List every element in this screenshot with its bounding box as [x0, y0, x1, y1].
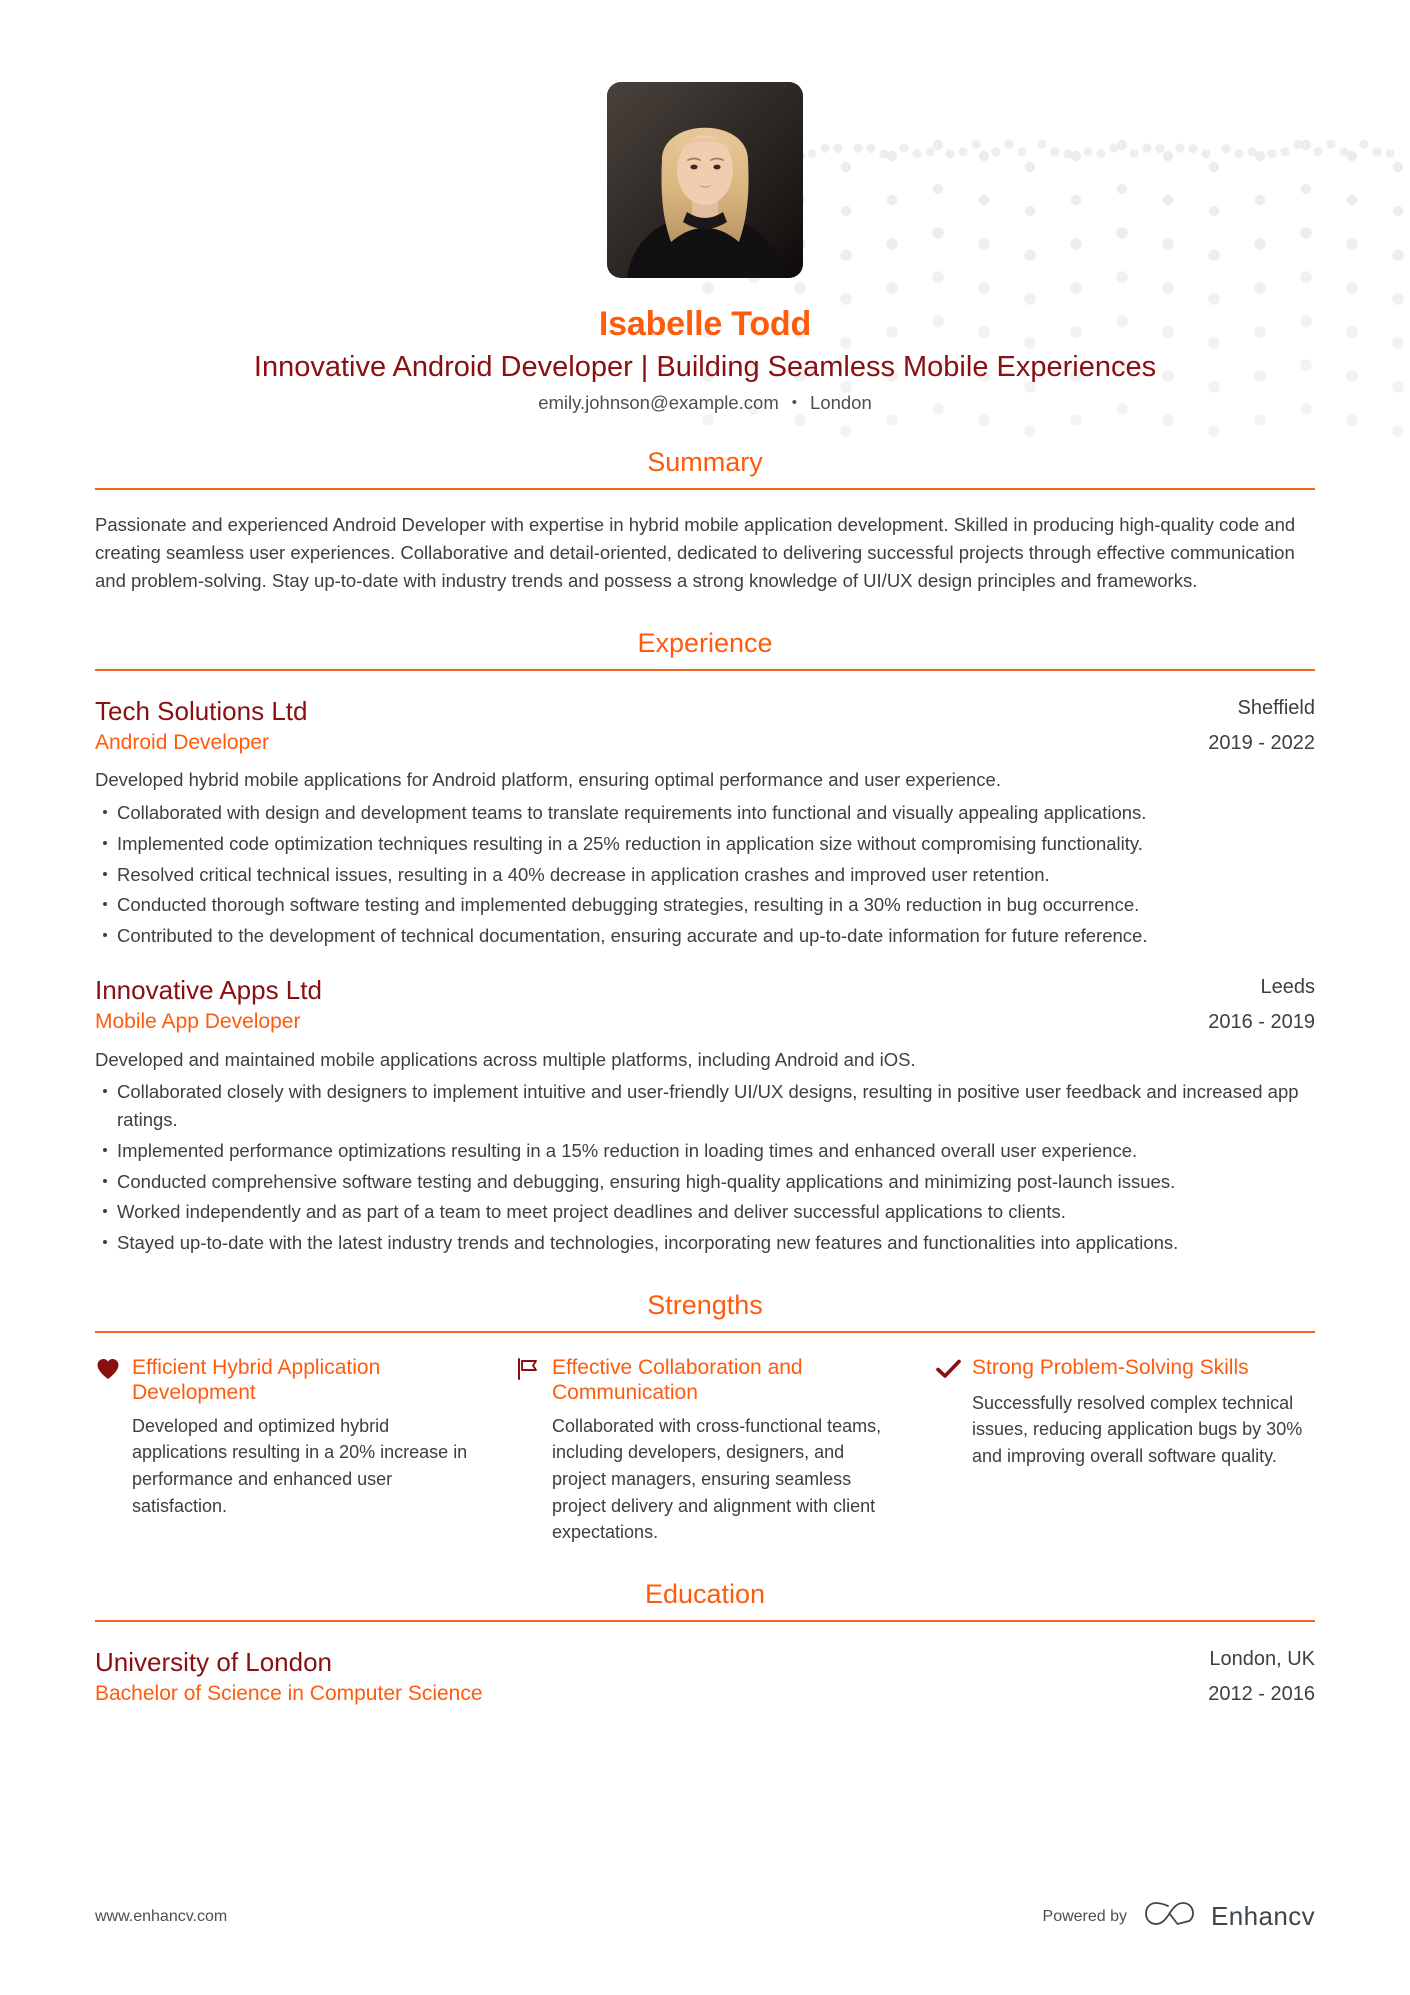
strength-item: Strong Problem-Solving Skills Successful… [935, 1355, 1315, 1546]
section-title-strengths: Strengths [647, 1289, 763, 1320]
section-title-experience: Experience [637, 627, 773, 658]
section-divider [95, 1330, 1315, 1333]
resume-header: Isabelle Todd Innovative Android Develop… [95, 0, 1315, 414]
contact-line: emily.johnson@example.com • London [95, 392, 1315, 414]
school-location: London, UK [1209, 1647, 1315, 1670]
page-footer: www.enhancv.com Powered by Enhancv [95, 1900, 1315, 1933]
heart-icon [95, 1355, 121, 1383]
job-dates: 2019 - 2022 [1208, 731, 1315, 754]
enhancv-wordmark: Enhancv [1211, 1901, 1315, 1931]
entry-right: Leeds 2016 - 2019 [1184, 974, 1315, 1035]
list-item: Contributed to the development of techni… [95, 922, 1315, 950]
footer-branding: Powered by Enhancv [1043, 1900, 1315, 1933]
strengths-grid: Efficient Hybrid Application Development… [95, 1355, 1315, 1546]
list-item: Implemented code optimization techniques… [95, 830, 1315, 858]
education-entry: University of London Bachelor of Science… [95, 1646, 1315, 1708]
location-text: London [810, 391, 872, 413]
job-title: Android Developer [95, 731, 269, 755]
experience-entry: Tech Solutions Ltd Android Developer She… [95, 695, 1315, 950]
company-name: Innovative Apps Ltd [95, 974, 322, 1005]
job-description: Developed and maintained mobile applicat… [95, 1048, 916, 1070]
job-location: Leeds [1260, 975, 1316, 998]
job-dates: 2016 - 2019 [1208, 1010, 1315, 1033]
strength-item: Efficient Hybrid Application Development… [95, 1355, 475, 1546]
strength-header: Efficient Hybrid Application Development [95, 1355, 475, 1406]
strength-title: Effective Collaboration and Communicatio… [552, 1355, 803, 1405]
resume-page: Isabelle Todd Innovative Android Develop… [0, 0, 1410, 1995]
entry-left: University of London Bachelor of Science… [95, 1646, 1184, 1708]
enhancv-logo-icon [1143, 1900, 1201, 1933]
section-experience: Experience Tech Solutions Ltd Android De… [95, 627, 1315, 1257]
entry-left: Tech Solutions Ltd Android Developer [95, 695, 1184, 757]
page-title: Isabelle Todd [598, 305, 812, 343]
section-title-education: Education [644, 1578, 766, 1609]
entry-header: Innovative Apps Ltd Mobile App Developer… [95, 974, 1315, 1036]
email-text[interactable]: emily.johnson@example.com [538, 392, 779, 414]
entry-left: Innovative Apps Ltd Mobile App Developer [95, 974, 1184, 1036]
list-item: Stayed up-to-date with the latest indust… [95, 1229, 1315, 1257]
enhancv-brand: Enhancv [1143, 1900, 1315, 1933]
school-dates: 2012 - 2016 [1208, 1682, 1315, 1705]
strength-item: Effective Collaboration and Communicatio… [515, 1355, 895, 1546]
degree-name: Bachelor of Science in Computer Science [95, 1682, 483, 1706]
list-item: Worked independently and as part of a te… [95, 1198, 1315, 1226]
strength-title: Efficient Hybrid Application Development [132, 1355, 381, 1405]
flag-icon [515, 1355, 541, 1383]
section-strengths: Strengths Efficient Hybrid Application D… [95, 1289, 1315, 1546]
resume-content: Isabelle Todd Innovative Android Develop… [0, 0, 1410, 1707]
list-item: Collaborated with design and development… [95, 799, 1315, 827]
professional-headline: Innovative Android Developer | Building … [253, 351, 1157, 384]
footer-url[interactable]: www.enhancv.com [95, 1908, 227, 1926]
section-education: Education University of London Bachelor … [95, 1578, 1315, 1708]
experience-entry: Innovative Apps Ltd Mobile App Developer… [95, 974, 1315, 1257]
entry-right: Sheffield 2019 - 2022 [1184, 695, 1315, 756]
list-item: Implemented performance optimizations re… [95, 1137, 1315, 1165]
list-item: Conducted thorough software testing and … [95, 891, 1315, 919]
strength-header: Strong Problem-Solving Skills [935, 1355, 1315, 1383]
section-summary: Summary Passionate and experienced Andro… [95, 446, 1315, 595]
section-divider [95, 487, 1315, 490]
powered-by-label: Powered by [1042, 1907, 1128, 1925]
section-divider [95, 668, 1315, 671]
school-name: University of London [95, 1646, 333, 1677]
summary-text: Passionate and experienced Android Devel… [95, 513, 1296, 591]
entry-header: Tech Solutions Ltd Android Developer She… [95, 695, 1315, 757]
list-item: Conducted comprehensive software testing… [95, 1168, 1315, 1196]
section-divider [95, 1619, 1315, 1622]
check-icon [935, 1355, 961, 1383]
company-name: Tech Solutions Ltd [95, 695, 308, 726]
job-bullets: Collaborated with design and development… [95, 799, 1315, 950]
entry-header: University of London Bachelor of Science… [95, 1646, 1315, 1708]
strength-header: Effective Collaboration and Communicatio… [515, 1355, 895, 1406]
section-title-summary: Summary [647, 446, 763, 477]
strength-description: Developed and optimized hybrid applicati… [132, 1415, 468, 1516]
strength-description: Successfully resolved complex technical … [972, 1392, 1303, 1466]
entry-right: London, UK 2012 - 2016 [1184, 1646, 1315, 1707]
job-title: Mobile App Developer [95, 1010, 301, 1034]
list-item: Resolved critical technical issues, resu… [95, 861, 1315, 889]
job-bullets: Collaborated closely with designers to i… [95, 1078, 1315, 1257]
strength-title: Strong Problem-Solving Skills [972, 1355, 1249, 1379]
list-item: Collaborated closely with designers to i… [95, 1078, 1315, 1134]
strength-description: Collaborated with cross-functional teams… [552, 1415, 882, 1543]
job-location: Sheffield [1237, 696, 1315, 719]
job-description: Developed hybrid mobile applications for… [95, 769, 1001, 791]
bullet-separator-icon: • [791, 394, 798, 412]
avatar [607, 82, 803, 278]
